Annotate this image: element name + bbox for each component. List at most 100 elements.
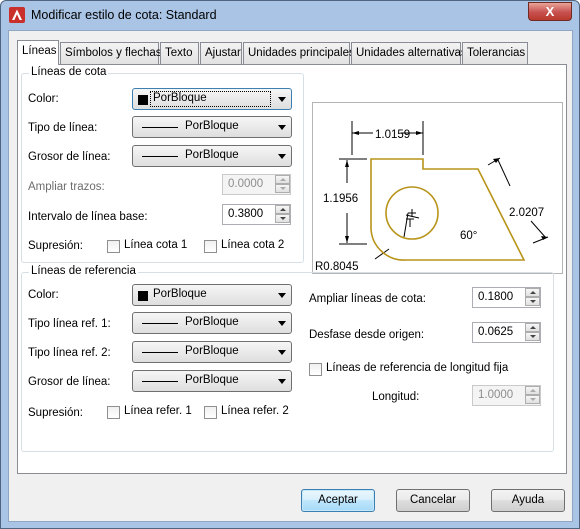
tab-label: Unidades alternativas (356, 47, 467, 59)
spin-up-icon[interactable] (525, 288, 540, 297)
dimension-preview: 1.0159 1.1956 2.0207 60° R0.8045 (312, 102, 563, 274)
tab-texto[interactable]: Texto (160, 42, 199, 64)
ext-linetype1-value: PorBloque (185, 316, 239, 328)
dim-suppress-label: Supresión: (28, 240, 83, 252)
checkbox-box (204, 240, 217, 253)
dialog-body: Líneas Símbolos y flechas Texto Ajustar … (8, 30, 573, 522)
linetype-sample-icon (142, 323, 178, 324)
focus-rectangle (150, 91, 271, 107)
ext-lineweight-value: PorBloque (185, 374, 239, 386)
ext-color-value: PorBloque (153, 288, 207, 300)
cancel-button-label: Cancelar (409, 494, 457, 506)
preview-dim-left: 1.1956 (323, 193, 358, 205)
dim-lineweight-value: PorBloque (185, 149, 239, 161)
ext-linetype2-value: PorBloque (185, 345, 239, 357)
linetype-sample-icon (142, 127, 178, 128)
tab-unidades-alternativas[interactable]: Unidades alternativas (351, 42, 467, 64)
ext-linetype2-label: Tipo línea ref. 2: (28, 347, 111, 359)
dim-color-label: Color: (28, 93, 59, 105)
dim-baseline-label: Intervalo de línea base: (28, 211, 148, 223)
ext-lineweight-dropdown[interactable]: PorBloque (132, 370, 292, 392)
dim-baseline-value: 0.3800 (228, 208, 264, 220)
lineweight-sample-icon (142, 381, 178, 382)
linetype-sample-icon (142, 352, 178, 353)
dim-extend-spinner[interactable]: 0.0000 (222, 174, 291, 195)
checkbox-box (309, 363, 322, 376)
ext-offset-spinner[interactable]: 0.0625 (472, 322, 541, 343)
ext-offset-label: Desfase desde origen: (309, 329, 425, 341)
ext-length-value: 1.0000 (478, 389, 514, 401)
ok-button[interactable]: Aceptar (301, 489, 375, 512)
tab-unidades-principales[interactable]: Unidades principales (243, 42, 355, 64)
help-button-label: Ayuda (511, 494, 545, 506)
ok-button-label: Aceptar (318, 494, 358, 506)
ext-extend-value: 0.1800 (478, 291, 514, 303)
tab-label: Líneas (22, 45, 57, 57)
spin-up-icon[interactable] (275, 175, 290, 184)
checkbox-box (107, 406, 120, 419)
dialog-window: Modificar estilo de cota: Standard X Lín… (0, 0, 580, 529)
window-title: Modificar estilo de cota: Standard (31, 8, 217, 22)
dropdown-arrow-icon (278, 350, 286, 355)
ext-linetype1-label: Tipo línea ref. 1: (28, 318, 111, 330)
dim-extend-label: Ampliar trazos: (28, 181, 105, 193)
tab-tolerancias[interactable]: Tolerancias (462, 42, 528, 64)
spin-up-icon[interactable] (525, 386, 540, 395)
tab-simbolos-flechas[interactable]: Símbolos y flechas (60, 42, 162, 64)
checkbox-box (107, 240, 120, 253)
preview-drawing: 1.0159 1.1956 2.0207 60° R0.8045 (315, 121, 549, 273)
ext-suppress-label: Supresión: (28, 407, 83, 419)
dim-lines-group: Líneas de cota Color: PorBloque Tipo de … (21, 66, 304, 263)
ext-color-label: Color: (28, 289, 59, 301)
dim-lineweight-dropdown[interactable]: PorBloque (132, 145, 292, 167)
cancel-button[interactable]: Cancelar (396, 489, 470, 512)
preview-dim-angle: 60° (460, 230, 477, 242)
spin-down-icon[interactable] (525, 395, 540, 404)
tab-lineas[interactable]: Líneas (17, 40, 59, 65)
spin-down-icon[interactable] (275, 184, 290, 193)
dim-suppress-2-label: Línea cota 2 (221, 239, 285, 251)
tab-ajustar[interactable]: Ajustar (200, 42, 242, 64)
dim-color-dropdown[interactable]: PorBloque (132, 88, 292, 110)
close-button[interactable]: X (528, 2, 572, 21)
dropdown-arrow-icon (278, 97, 286, 102)
close-icon: X (545, 4, 555, 19)
dim-lines-title: Líneas de cota (29, 66, 109, 78)
ext-fixed-length-label: Líneas de referencia de longitud fija (326, 362, 509, 374)
help-button[interactable]: Ayuda (491, 489, 565, 512)
ext-linetype1-dropdown[interactable]: PorBloque (132, 312, 292, 334)
spin-down-icon[interactable] (525, 297, 540, 306)
dropdown-arrow-icon (278, 125, 286, 130)
ext-extend-label: Ampliar líneas de cota: (309, 293, 426, 305)
title-bar[interactable]: Modificar estilo de cota: Standard X (1, 1, 579, 29)
dropdown-arrow-icon (278, 293, 286, 298)
dim-baseline-spinner[interactable]: 0.3800 (222, 204, 291, 225)
dim-extend-value: 0.0000 (228, 178, 264, 190)
ext-lines-group: Líneas de referencia Color: PorBloque Ti… (21, 265, 554, 452)
tab-label: Ajustar (205, 47, 241, 59)
tab-panel-lineas: Líneas de cota Color: PorBloque Tipo de … (17, 64, 567, 474)
dim-linetype-dropdown[interactable]: PorBloque (132, 116, 292, 138)
dropdown-arrow-icon (278, 154, 286, 159)
part-outline-icon (370, 158, 526, 261)
tab-label: Símbolos y flechas (65, 47, 162, 59)
ext-suppress-1-label: Línea refer. 1 (124, 405, 192, 417)
dim-linetype-value: PorBloque (185, 120, 239, 132)
spin-down-icon[interactable] (275, 214, 290, 223)
ext-extend-spinner[interactable]: 0.1800 (472, 287, 541, 308)
dim-suppress-1-label: Línea cota 1 (124, 239, 188, 251)
ext-offset-value: 0.0625 (478, 326, 514, 338)
preview-dim-top: 1.0159 (375, 129, 410, 141)
preview-dim-right: 2.0207 (509, 207, 544, 219)
autocad-app-icon (9, 7, 25, 23)
ext-color-dropdown[interactable]: PorBloque (132, 284, 292, 306)
ext-length-spinner[interactable]: 1.0000 (472, 385, 541, 406)
spin-down-icon[interactable] (525, 332, 540, 341)
spin-up-icon[interactable] (275, 205, 290, 214)
color-swatch-icon (138, 291, 148, 301)
ext-linetype2-dropdown[interactable]: PorBloque (132, 341, 292, 363)
dropdown-arrow-icon (278, 379, 286, 384)
color-swatch-icon (138, 95, 148, 105)
dim-lineweight-label: Grosor de línea: (28, 151, 111, 163)
spin-up-icon[interactable] (525, 323, 540, 332)
